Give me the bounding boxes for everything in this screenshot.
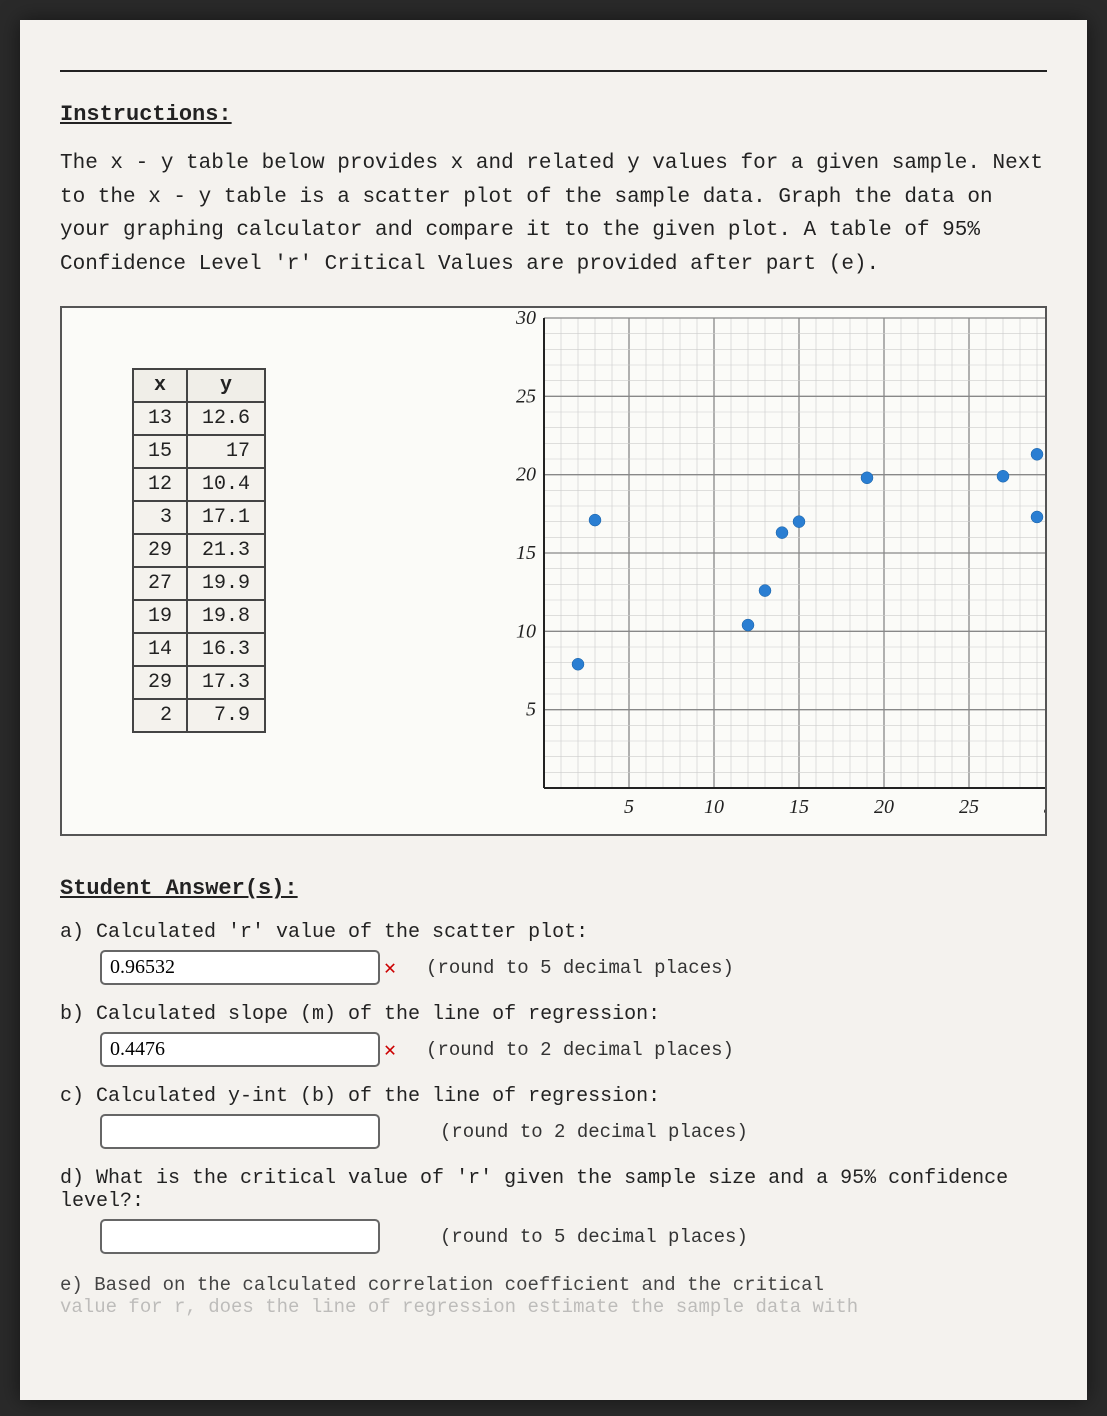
question-e: e) Based on the calculated correlation c… (60, 1274, 1047, 1318)
answers-heading: Student Answer(s): (60, 876, 1047, 901)
question-c: c) Calculated y-int (b) of the line of r… (60, 1085, 1047, 1149)
table-cell: 7.9 (187, 699, 265, 732)
question-a: a) Calculated 'r' value of the scatter p… (60, 921, 1047, 985)
svg-text:15: 15 (789, 796, 809, 818)
table-row: 27.9 (133, 699, 265, 732)
col-header-y: y (187, 369, 265, 402)
table-cell: 15 (133, 435, 187, 468)
svg-text:5: 5 (526, 699, 536, 721)
table-cell: 19 (133, 600, 187, 633)
instructions-text: The x - y table below provides x and rel… (60, 147, 1047, 281)
question-b: b) Calculated slope (m) of the line of r… (60, 1003, 1047, 1067)
table-cell: 12 (133, 468, 187, 501)
table-cell: 17.1 (187, 501, 265, 534)
table-row: 317.1 (133, 501, 265, 534)
question-b-hint: (round to 2 decimal places) (426, 1039, 734, 1061)
svg-text:25: 25 (959, 796, 979, 818)
table-row: 1919.8 (133, 600, 265, 633)
page-content: Instructions: The x - y table below prov… (20, 20, 1087, 1400)
table-row: 2917.3 (133, 666, 265, 699)
svg-text:30: 30 (1043, 796, 1047, 818)
table-cell: 3 (133, 501, 187, 534)
question-d-label: d) What is the critical value of 'r' giv… (60, 1167, 1047, 1213)
question-b-label: b) Calculated slope (m) of the line of r… (60, 1003, 1047, 1026)
table-row: 1210.4 (133, 468, 265, 501)
table-cell: 12.6 (187, 402, 265, 435)
svg-text:25: 25 (516, 386, 536, 408)
svg-text:20: 20 (516, 464, 536, 486)
table-header-row: x y (133, 369, 265, 402)
instructions-heading: Instructions: (60, 102, 1047, 127)
table-cell: 21.3 (187, 534, 265, 567)
table-cell: 10.4 (187, 468, 265, 501)
table-cell: 29 (133, 534, 187, 567)
table-row: 1416.3 (133, 633, 265, 666)
question-d: d) What is the critical value of 'r' giv… (60, 1167, 1047, 1254)
table-cell: 14 (133, 633, 187, 666)
question-c-label: c) Calculated y-int (b) of the line of r… (60, 1085, 1047, 1108)
answer-a-input[interactable] (100, 950, 380, 985)
answer-d-input[interactable] (100, 1219, 380, 1254)
svg-text:20: 20 (874, 796, 894, 818)
svg-text:15: 15 (516, 542, 536, 564)
faded-text: value for r, does the line of regression… (60, 1296, 1047, 1318)
table-row: 2921.3 (133, 534, 265, 567)
scatter-plot-svg: 5 10 15 20 25 30 5 10 15 20 25 30 (504, 308, 1047, 828)
question-e-label: e) Based on the calculated correlation c… (60, 1274, 824, 1296)
table-cell: 27 (133, 567, 187, 600)
table-row: 1312.6 (133, 402, 265, 435)
table-cell: 16.3 (187, 633, 265, 666)
question-c-hint: (round to 2 decimal places) (440, 1121, 748, 1143)
incorrect-icon: ✕ (384, 1037, 396, 1063)
xy-table: x y 1312.615171210.4317.12921.32719.9191… (132, 368, 266, 733)
answers-section: a) Calculated 'r' value of the scatter p… (60, 921, 1047, 1318)
question-d-hint: (round to 5 decimal places) (440, 1226, 748, 1248)
divider (60, 70, 1047, 72)
figure-container: x y 1312.615171210.4317.12921.32719.9191… (60, 306, 1047, 836)
table-row: 1517 (133, 435, 265, 468)
question-a-label: a) Calculated 'r' value of the scatter p… (60, 921, 1047, 944)
scatter-plot: 5 10 15 20 25 30 5 10 15 20 25 30 (504, 308, 1045, 833)
col-header-x: x (133, 369, 187, 402)
question-a-hint: (round to 5 decimal places) (426, 957, 734, 979)
table-cell: 17 (187, 435, 265, 468)
table-cell: 19.8 (187, 600, 265, 633)
table-cell: 2 (133, 699, 187, 732)
svg-text:5: 5 (624, 796, 634, 818)
table-cell: 19.9 (187, 567, 265, 600)
table-row: 2719.9 (133, 567, 265, 600)
incorrect-icon: ✕ (384, 955, 396, 981)
xy-table-container: x y 1312.615171210.4317.12921.32719.9191… (62, 308, 504, 773)
table-cell: 17.3 (187, 666, 265, 699)
svg-text:10: 10 (704, 796, 724, 818)
table-cell: 13 (133, 402, 187, 435)
svg-text:10: 10 (516, 621, 536, 643)
answer-b-input[interactable] (100, 1032, 380, 1067)
table-cell: 29 (133, 666, 187, 699)
answer-c-input[interactable] (100, 1114, 380, 1149)
svg-text:30: 30 (515, 308, 536, 329)
